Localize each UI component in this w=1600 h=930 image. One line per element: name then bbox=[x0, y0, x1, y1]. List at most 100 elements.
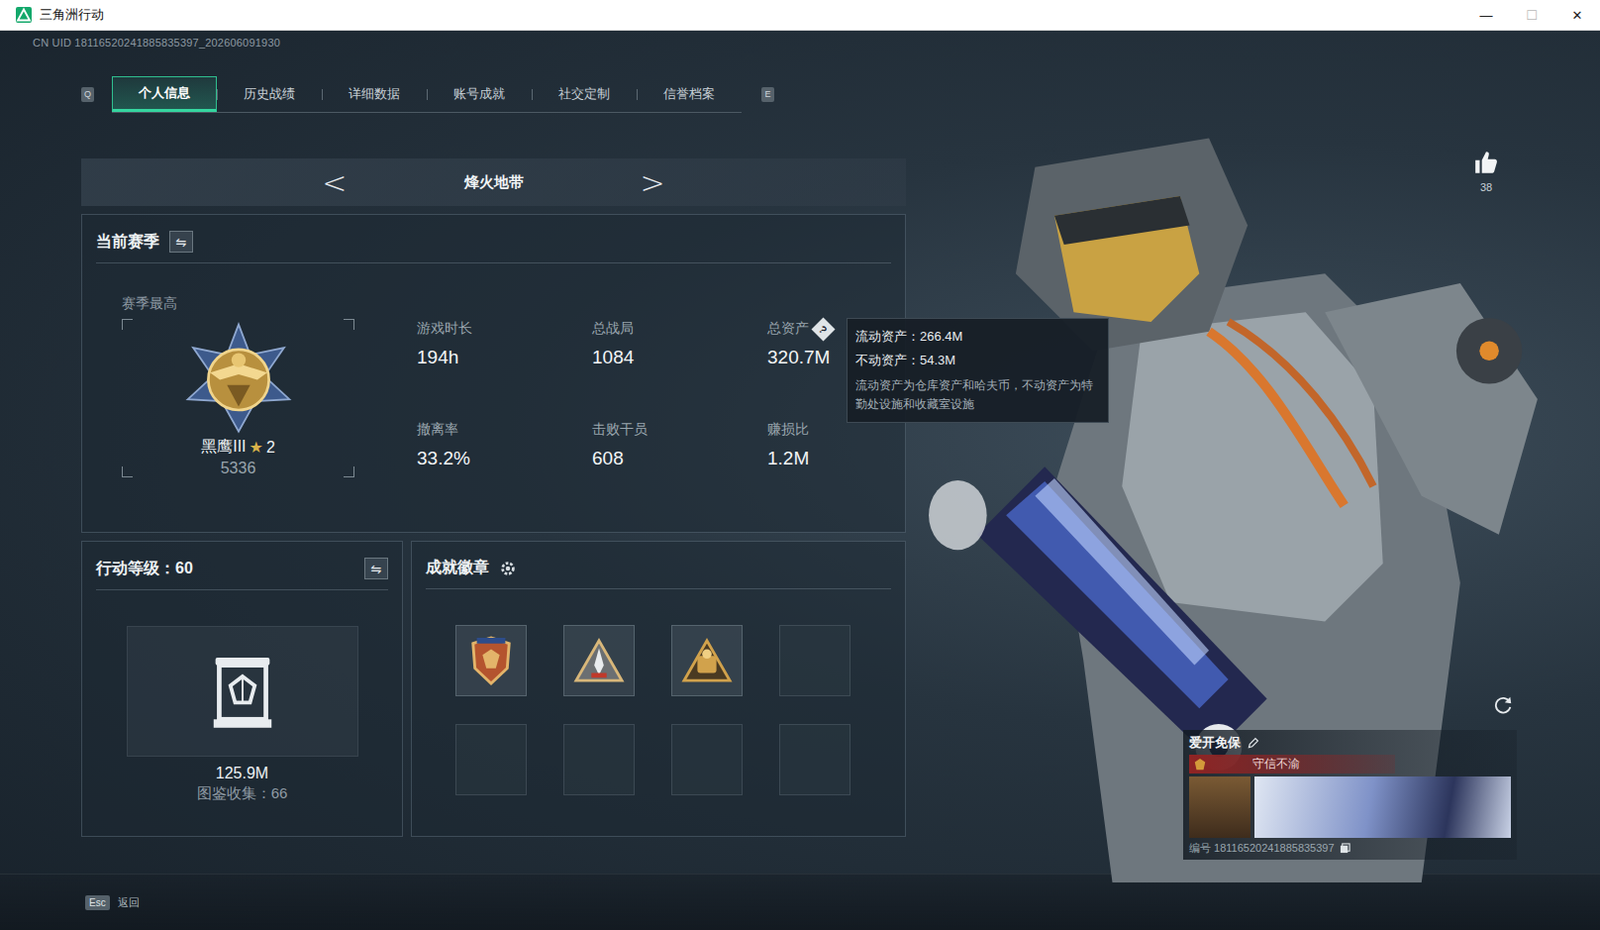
tooltip-note: 流动资产为仓库资产和哈夫币，不动资产为特勤处设施和收藏室设施 bbox=[855, 376, 1100, 414]
app-logo-icon bbox=[15, 6, 32, 23]
mode-label: 烽火地带 bbox=[464, 173, 524, 193]
rank-line: 黑鹰III ★ 2 bbox=[200, 436, 276, 458]
collection-cabinet-icon bbox=[209, 651, 276, 731]
rocket-badge-icon bbox=[572, 636, 626, 685]
window-control-button[interactable]: ✕ bbox=[1554, 0, 1600, 30]
stat: 总战局 1084 bbox=[592, 318, 768, 369]
title-bar: 三角洲行动 —☐✕ bbox=[0, 0, 1600, 31]
profile-name-row: 爱开免保 bbox=[1189, 733, 1511, 752]
edit-icon[interactable] bbox=[1246, 736, 1260, 750]
collection-count: 图鉴收集：66 bbox=[197, 784, 289, 803]
tab[interactable]: 历史战绩 bbox=[216, 76, 322, 112]
stat: 赚损比 1.2M bbox=[767, 419, 943, 470]
badges-panel: 成就徽章 bbox=[410, 540, 906, 837]
profile-name: 爱开免保 bbox=[1189, 733, 1241, 752]
badge-slot[interactable] bbox=[671, 723, 743, 796]
gear-icon[interactable] bbox=[499, 559, 517, 578]
stat-label: 赚损比 bbox=[767, 419, 943, 440]
window-title: 三角洲行动 bbox=[39, 6, 1464, 24]
profile-tag-text: 守信不渝 bbox=[1252, 755, 1300, 773]
season-body: 赛季最高 黑鹰III ★ 2 5336 游戏时长 194h总战局 1084总资产… bbox=[82, 263, 905, 498]
profile-id-row: 编号 18116520241885835397 bbox=[1189, 840, 1511, 856]
stat-label: 击败干员 bbox=[592, 419, 768, 440]
tooltip-line: 流动资产：266.4M bbox=[855, 324, 1100, 349]
next-tab-key[interactable]: E bbox=[761, 87, 775, 102]
badge-slot[interactable] bbox=[779, 723, 851, 796]
season-swap-button[interactable]: ⇋ bbox=[169, 230, 194, 253]
stat: 游戏时长 194h bbox=[416, 318, 593, 369]
profile-tag: 守信不渝 bbox=[1189, 754, 1396, 774]
prev-tab-key[interactable]: Q bbox=[81, 87, 95, 102]
level-title: 行动等级：60 bbox=[96, 558, 194, 580]
stat-value: 608 bbox=[592, 447, 768, 470]
level-header: 行动等级：60 ⇋ bbox=[96, 541, 389, 591]
game-window: 三角洲行动 —☐✕ CN UID 18116520241885835397_20… bbox=[0, 0, 1600, 930]
stat-label: 游戏时长 bbox=[416, 318, 593, 339]
season-panel: 当前赛季 ⇋ 赛季最高 黑鹰III ★ 2 5336 游戏时长 194h总战局 … bbox=[81, 213, 906, 533]
profile-id: 编号 18116520241885835397 bbox=[1189, 840, 1335, 856]
info-blocks: Q 个人信息历史战绩详细数据账号成就社交定制信誉档案 E < 烽火地带 > 当前… bbox=[81, 76, 906, 837]
stat-value: 1.2M bbox=[767, 447, 943, 470]
badge-slot[interactable] bbox=[671, 624, 743, 697]
lower-row: 行动等级：60 ⇋ 125.9M 图鉴收集：66 成就徽章 bbox=[81, 540, 906, 837]
crest-badge-icon bbox=[680, 636, 734, 685]
help-icon[interactable]: ? bbox=[810, 316, 835, 341]
stat-value: 33.2% bbox=[416, 447, 593, 470]
profile-banner bbox=[1254, 776, 1511, 838]
badge-slot[interactable] bbox=[455, 723, 527, 796]
back-label[interactable]: 返回 bbox=[117, 895, 140, 910]
like-count: 38 bbox=[1480, 181, 1493, 194]
tab[interactable]: 社交定制 bbox=[531, 76, 637, 112]
badge-grid bbox=[411, 589, 905, 796]
rank-score: 5336 bbox=[220, 459, 257, 478]
season-best-label: 赛季最高 bbox=[121, 295, 355, 313]
window-control-button[interactable]: ☐ bbox=[1508, 0, 1555, 30]
collection-value: 125.9M bbox=[215, 764, 269, 783]
rotate-icon[interactable] bbox=[1492, 694, 1514, 716]
stat-label: 总战局 bbox=[592, 318, 768, 339]
rank-column: 赛季最高 黑鹰III ★ 2 5336 bbox=[121, 295, 355, 478]
left-column: CN UID 18116520241885835397_202606091930… bbox=[0, 30, 906, 874]
stat: 撤离率 33.2% bbox=[416, 419, 593, 470]
rank-emblem-icon bbox=[174, 320, 303, 437]
profile-media bbox=[1189, 776, 1511, 838]
tab[interactable]: 详细数据 bbox=[321, 76, 427, 112]
badges-header: 成就徽章 bbox=[425, 541, 892, 590]
like-button[interactable]: 38 bbox=[1473, 149, 1500, 194]
badge-slot[interactable] bbox=[563, 723, 635, 796]
mode-prev-button[interactable]: < bbox=[313, 165, 355, 200]
assets-tooltip: 流动资产：266.4M不动资产：54.3M 流动资产为仓库资产和哈夫币，不动资产… bbox=[846, 317, 1109, 423]
badge-slot[interactable] bbox=[455, 624, 527, 697]
tab[interactable]: 信誉档案 bbox=[636, 76, 742, 112]
tag-medal-icon bbox=[1193, 757, 1207, 772]
tab[interactable]: 个人信息 bbox=[111, 76, 217, 112]
rank-name: 黑鹰III bbox=[200, 436, 246, 458]
copy-icon[interactable] bbox=[1339, 842, 1351, 854]
escape-key[interactable]: Esc bbox=[85, 895, 110, 910]
rank-stars: 2 bbox=[266, 438, 276, 457]
profile-card: 爱开免保 守信不渝 编号 18116520241885835397 bbox=[1183, 729, 1517, 860]
profile-avatar bbox=[1189, 776, 1251, 838]
thumbs-up-icon bbox=[1473, 149, 1500, 176]
main-row: CN UID 18116520241885835397_202606091930… bbox=[0, 30, 1600, 874]
uid-text: CN UID 18116520241885835397_202606091930 bbox=[32, 36, 906, 57]
stat-value: 1084 bbox=[592, 346, 768, 369]
stat-value: 194h bbox=[416, 346, 593, 369]
game-area: CN UID 18116520241885835397_202606091930… bbox=[0, 30, 1600, 930]
shield-badge-icon bbox=[467, 633, 515, 688]
badge-slot[interactable] bbox=[779, 624, 851, 697]
collection-box bbox=[126, 625, 359, 757]
tab[interactable]: 账号成就 bbox=[426, 76, 532, 112]
window-controls: —☐✕ bbox=[1463, 0, 1600, 30]
window-control-button[interactable]: — bbox=[1463, 0, 1509, 30]
level-swap-button[interactable]: ⇋ bbox=[364, 557, 389, 580]
badges-title: 成就徽章 bbox=[425, 557, 490, 579]
rank-block: 黑鹰III ★ 2 5336 bbox=[121, 318, 355, 478]
mode-next-button[interactable]: > bbox=[632, 165, 674, 200]
rank-star-icon: ★ bbox=[249, 437, 264, 457]
season-title: 当前赛季 bbox=[96, 231, 160, 253]
badge-slot[interactable] bbox=[563, 624, 635, 697]
tab-list: 个人信息历史战绩详细数据账号成就社交定制信誉档案 bbox=[111, 76, 742, 113]
tooltip-line: 不动资产：54.3M bbox=[855, 348, 1100, 373]
level-panel: 行动等级：60 ⇋ 125.9M 图鉴收集：66 bbox=[81, 540, 403, 837]
